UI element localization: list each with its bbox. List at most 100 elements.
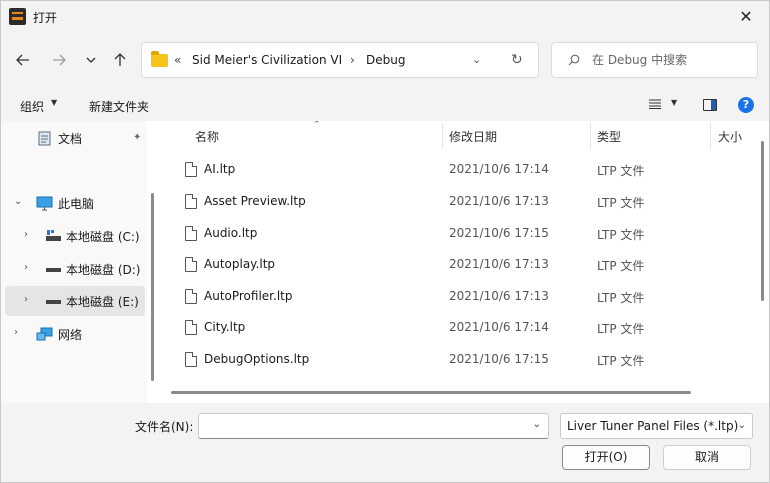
organize-button[interactable]: 组织 xyxy=(20,98,44,115)
cancel-button[interactable]: 取消 xyxy=(663,445,751,470)
file-row[interactable]: DebugOptions.ltp 2021/10/6 17:15 LTP 文件 xyxy=(165,345,755,375)
arrow-left-icon xyxy=(16,54,29,66)
chevron-right-icon[interactable]: › xyxy=(24,229,28,240)
close-button[interactable]: ✕ xyxy=(723,1,769,33)
file-row[interactable]: Audio.ltp 2021/10/6 17:15 LTP 文件 xyxy=(165,219,755,249)
view-options-caret-icon[interactable]: ▼ xyxy=(671,98,677,107)
file-row[interactable]: Autoplay.ltp 2021/10/6 17:13 LTP 文件 xyxy=(165,250,755,280)
column-divider[interactable] xyxy=(442,123,443,149)
app-icon xyxy=(9,8,26,25)
file-type: LTP 文件 xyxy=(597,291,645,305)
sidebar-item-label: 网络 xyxy=(58,328,83,342)
file-icon xyxy=(185,289,197,304)
column-divider[interactable] xyxy=(710,123,711,149)
close-icon: ✕ xyxy=(739,7,753,26)
column-header-name[interactable]: 名称 xyxy=(195,128,219,156)
sidebar-item-drive-d[interactable]: › 本地磁盘 (D:) xyxy=(5,254,145,284)
dialog-title: 打开 xyxy=(33,11,58,25)
sidebar-item-this-pc[interactable]: ⌄ 此电脑 xyxy=(5,188,145,218)
sidebar-item-label: 本地磁盘 (E:) xyxy=(66,295,139,309)
address-dropdown-icon[interactable]: ⌄ xyxy=(472,53,481,66)
sidebar-item-drive-e[interactable]: › 本地磁盘 (E:) xyxy=(5,286,145,316)
content-area: 文档 ✦ ⌄ 此电脑 › 本地磁盘 (C:) › 本地磁盘 (D:) › 本地磁… xyxy=(1,121,769,403)
file-type: LTP 文件 xyxy=(597,259,645,273)
file-name: Asset Preview.ltp xyxy=(204,194,306,208)
file-name: AutoProfiler.ltp xyxy=(204,289,293,303)
view-list-icon[interactable] xyxy=(649,99,661,109)
refresh-icon[interactable]: ↻ xyxy=(511,52,523,68)
column-header-type[interactable]: 类型 xyxy=(597,128,621,156)
file-row[interactable]: Asset Preview.ltp 2021/10/6 17:13 LTP 文件 xyxy=(165,187,755,217)
dialog-footer: 文件名(N): ⌄ Liver Tuner Panel Files (*.ltp… xyxy=(1,403,769,482)
title-bar: 打开 ✕ xyxy=(1,1,769,33)
file-row[interactable]: City.ltp 2021/10/6 17:14 LTP 文件 xyxy=(165,313,755,343)
chevron-down-icon xyxy=(86,57,96,63)
navigation-pane-scrollbar[interactable] xyxy=(151,193,154,381)
arrow-right-icon xyxy=(53,54,66,66)
file-type: LTP 文件 xyxy=(597,196,645,210)
new-folder-button[interactable]: 新建文件夹 xyxy=(89,98,149,115)
forward-button[interactable] xyxy=(48,49,70,71)
breadcrumb-overflow[interactable]: « xyxy=(174,53,181,67)
file-type: LTP 文件 xyxy=(597,228,645,242)
file-icon xyxy=(185,226,197,241)
file-date: 2021/10/6 17:15 xyxy=(449,352,549,366)
preview-pane-icon[interactable] xyxy=(703,99,717,111)
chevron-down-icon[interactable]: ⌄ xyxy=(533,419,541,430)
back-button[interactable] xyxy=(12,49,34,71)
file-list-vertical-scrollbar[interactable] xyxy=(761,141,764,301)
file-name: DebugOptions.ltp xyxy=(204,352,310,366)
chevron-right-icon[interactable]: › xyxy=(24,262,28,273)
file-type: LTP 文件 xyxy=(597,164,645,178)
file-date: 2021/10/6 17:13 xyxy=(449,257,549,271)
drive-c-icon xyxy=(46,230,61,241)
arrow-up-icon xyxy=(114,53,126,66)
chevron-right-icon[interactable]: › xyxy=(24,294,28,305)
file-type-filter[interactable]: Liver Tuner Panel Files (*.ltp) ⌄ xyxy=(560,413,753,439)
file-date: 2021/10/6 17:15 xyxy=(449,226,549,240)
drive-icon xyxy=(46,300,61,304)
column-divider[interactable] xyxy=(590,123,591,149)
sort-ascending-icon: ⌃ xyxy=(313,121,321,130)
help-icon[interactable]: ? xyxy=(738,97,754,113)
breadcrumb-civilization[interactable]: Sid Meier's Civilization VI xyxy=(192,53,342,67)
breadcrumb-debug[interactable]: Debug xyxy=(366,53,405,67)
recent-locations-button[interactable] xyxy=(80,49,102,71)
pin-icon[interactable]: ✦ xyxy=(133,132,141,143)
sidebar-item-documents[interactable]: 文档 ✦ xyxy=(5,123,145,153)
file-row[interactable]: AutoProfiler.ltp 2021/10/6 17:13 LTP 文件 xyxy=(165,282,755,312)
organize-caret-icon[interactable]: ▼ xyxy=(51,98,57,107)
chevron-right-icon[interactable]: › xyxy=(14,327,18,338)
sidebar-item-label: 文档 xyxy=(58,132,83,146)
file-list-horizontal-scrollbar[interactable] xyxy=(171,391,691,394)
sidebar-item-label: 本地磁盘 (D:) xyxy=(66,263,141,277)
file-icon xyxy=(185,194,197,209)
breadcrumb-separator[interactable]: › xyxy=(350,53,355,67)
search-input[interactable] xyxy=(592,51,752,69)
file-row[interactable]: AI.ltp 2021/10/6 17:14 LTP 文件 xyxy=(165,155,755,185)
file-name: AI.ltp xyxy=(204,162,236,176)
chevron-down-icon[interactable]: ⌄ xyxy=(738,420,746,431)
sidebar-item-label: 本地磁盘 (C:) xyxy=(66,230,140,244)
file-type: LTP 文件 xyxy=(597,322,645,336)
file-date: 2021/10/6 17:14 xyxy=(449,162,549,176)
address-bar[interactable]: « Sid Meier's Civilization VI › Debug ⌄ … xyxy=(141,42,539,78)
search-box[interactable] xyxy=(551,42,758,78)
filename-combobox[interactable]: ⌄ xyxy=(198,413,549,439)
drive-icon xyxy=(46,268,61,272)
sidebar-item-network[interactable]: › 网络 xyxy=(5,319,145,349)
chevron-down-icon[interactable]: ⌄ xyxy=(14,196,22,207)
open-file-dialog: 打开 ✕ « Sid Meier's Civilization VI › Deb… xyxy=(0,0,770,483)
filename-field[interactable] xyxy=(205,418,525,434)
file-name: Autoplay.ltp xyxy=(204,257,276,271)
open-button[interactable]: 打开(O) xyxy=(562,445,650,470)
sidebar-item-drive-c[interactable]: › 本地磁盘 (C:) xyxy=(5,221,145,251)
column-header-size[interactable]: 大小 xyxy=(718,128,742,156)
file-date: 2021/10/6 17:13 xyxy=(449,194,549,208)
sidebar-item-label: 此电脑 xyxy=(58,197,95,211)
file-icon xyxy=(185,162,197,177)
navigation-bar: « Sid Meier's Civilization VI › Debug ⌄ … xyxy=(1,33,769,89)
up-button[interactable] xyxy=(109,49,131,71)
file-type-filter-value: Liver Tuner Panel Files (*.ltp) xyxy=(567,419,739,433)
column-header-date[interactable]: 修改日期 xyxy=(449,128,497,156)
